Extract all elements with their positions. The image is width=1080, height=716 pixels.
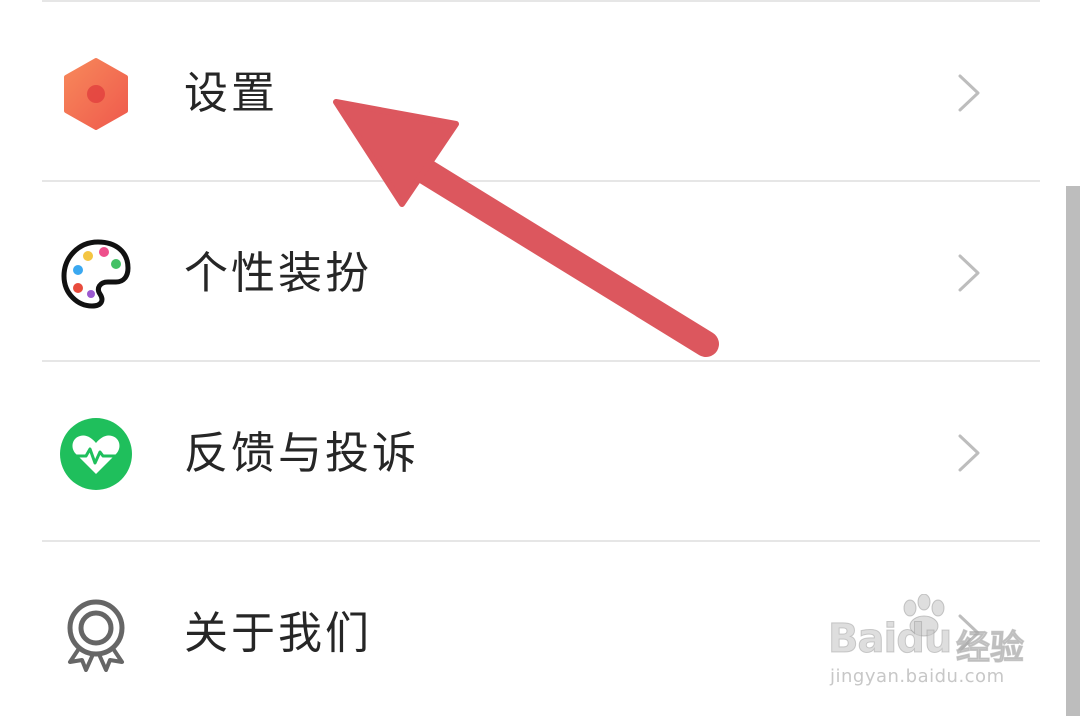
watermark-brand: Baidu <box>827 616 952 663</box>
watermark-url: jingyan.baidu.com <box>830 666 1005 687</box>
watermark-product: 经验 <box>956 628 1025 669</box>
chevron-right-icon <box>950 432 986 474</box>
chevron-right-icon <box>950 72 986 114</box>
menu-item-label: 反馈与投诉 <box>184 428 419 479</box>
palette-icon <box>58 236 134 312</box>
screen: 设置 个性装扮 反馈与投诉 关于我们 Baidu 经验 jingyan.baid… <box>0 0 1080 716</box>
menu-item-label: 设置 <box>184 68 278 119</box>
watermark: Baidu 经验 jingyan.baidu.com <box>826 594 1026 694</box>
menu-item-feedback[interactable]: 反馈与投诉 <box>0 362 1080 542</box>
menu-item-label: 关于我们 <box>184 608 372 659</box>
scrollbar[interactable] <box>1066 186 1080 716</box>
menu-item-personalize[interactable]: 个性装扮 <box>0 182 1080 362</box>
award-badge-icon <box>58 596 134 672</box>
heart-pulse-icon <box>58 416 134 492</box>
chevron-right-icon <box>950 252 986 294</box>
menu-item-label: 个性装扮 <box>184 248 372 299</box>
menu-item-settings[interactable]: 设置 <box>0 2 1080 182</box>
settings-hexagon-icon <box>58 56 134 132</box>
